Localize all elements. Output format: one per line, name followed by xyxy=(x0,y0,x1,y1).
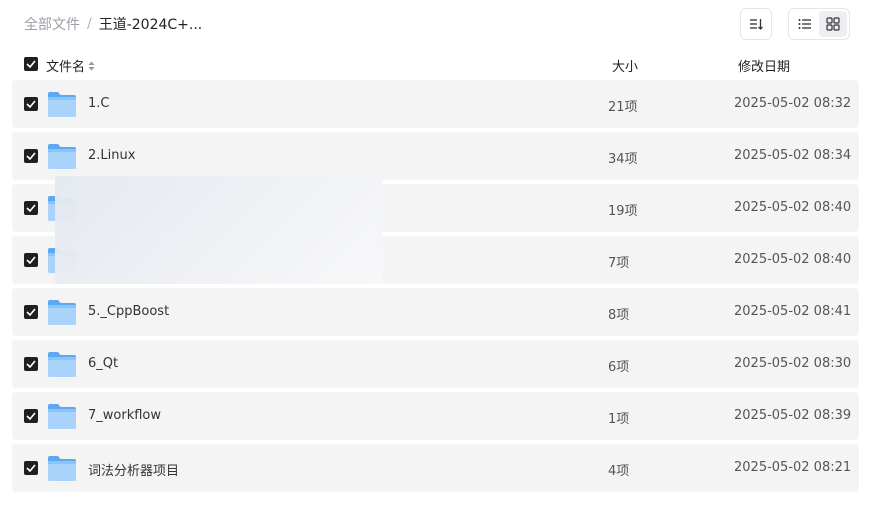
file-date: 2025-05-02 08:41 xyxy=(734,304,852,319)
top-bar: 全部文件 / 王道-2024C+... xyxy=(0,0,874,48)
file-size: 4项 xyxy=(608,464,630,479)
file-list: 1.C 21项 2025-05-02 08:32 2.Linux 34项 2025-05-… xyxy=(12,80,859,496)
row-checkbox[interactable] xyxy=(24,149,38,163)
row-checkbox[interactable] xyxy=(24,97,38,111)
sort-lines-icon xyxy=(750,19,763,30)
row-checkbox[interactable] xyxy=(24,201,38,215)
file-size: 1项 xyxy=(608,412,630,427)
table-row[interactable]: 6_Qt 6项 2025-05-02 08:30 xyxy=(12,340,859,388)
file-date: 2025-05-02 08:32 xyxy=(734,96,852,111)
column-header-name[interactable]: 文件名 xyxy=(46,56,95,75)
grid-view-icon xyxy=(826,17,840,31)
file-name[interactable]: 7_workflow xyxy=(88,408,161,423)
sort-caret-icon xyxy=(88,60,95,75)
file-size: 21项 xyxy=(608,100,638,115)
file-date: 2025-05-02 08:34 xyxy=(734,148,852,163)
list-view-icon xyxy=(798,19,811,29)
file-name[interactable]: 2.Linux xyxy=(88,148,135,163)
table-row[interactable]: 1.C 21项 2025-05-02 08:32 xyxy=(12,80,859,128)
file-size: 6项 xyxy=(608,360,630,375)
file-date: 2025-05-02 08:39 xyxy=(734,408,852,423)
table-row[interactable]: 2.Linux 34项 2025-05-02 08:34 xyxy=(12,132,859,180)
breadcrumb-root-link[interactable]: 全部文件 xyxy=(24,14,80,34)
file-name[interactable]: 6_Qt xyxy=(88,356,118,371)
row-checkbox[interactable] xyxy=(24,461,38,475)
view-toggle xyxy=(788,8,850,40)
column-name-label: 文件名 xyxy=(46,60,86,75)
column-header-date[interactable]: 修改日期 xyxy=(738,56,790,75)
column-header-size[interactable]: 大小 xyxy=(612,56,638,75)
row-checkbox[interactable] xyxy=(24,253,38,267)
table-row[interactable]: 7_workflow 1项 2025-05-02 08:39 xyxy=(12,392,859,440)
folder-icon xyxy=(47,90,77,118)
grid-view-button[interactable] xyxy=(819,11,847,37)
file-size: 7项 xyxy=(608,256,630,271)
row-checkbox[interactable] xyxy=(24,409,38,423)
folder-icon xyxy=(47,350,77,378)
table-row[interactable]: 词法分析器项目 4项 2025-05-02 08:21 xyxy=(12,444,859,492)
folder-icon xyxy=(47,298,77,326)
row-checkbox[interactable] xyxy=(24,357,38,371)
file-name[interactable]: 1.C xyxy=(88,96,109,111)
file-size: 34项 xyxy=(608,152,638,167)
folder-icon xyxy=(47,454,77,482)
file-date: 2025-05-02 08:40 xyxy=(734,252,852,267)
file-size: 19项 xyxy=(608,204,638,219)
select-all-checkbox[interactable] xyxy=(24,57,38,71)
file-size: 8项 xyxy=(608,308,630,323)
row-checkbox[interactable] xyxy=(24,305,38,319)
check-icon xyxy=(26,60,36,68)
file-name[interactable]: 词法分析器项目 xyxy=(88,460,179,479)
file-name[interactable]: 5._CppBoost xyxy=(88,304,169,319)
table-row[interactable]: 5._CppBoost 8项 2025-05-02 08:41 xyxy=(12,288,859,336)
list-view-button[interactable] xyxy=(791,11,819,37)
redaction-blur xyxy=(55,176,383,284)
file-date: 2025-05-02 08:40 xyxy=(734,200,852,215)
table-header: 文件名 大小 修改日期 xyxy=(0,50,874,78)
breadcrumb-current: 王道-2024C+... xyxy=(98,17,203,33)
breadcrumb: 全部文件 / 王道-2024C+... xyxy=(24,14,202,34)
file-date: 2025-05-02 08:21 xyxy=(734,460,852,475)
folder-icon xyxy=(47,142,77,170)
folder-icon xyxy=(47,402,77,430)
breadcrumb-separator: / xyxy=(87,16,92,32)
file-date: 2025-05-02 08:30 xyxy=(734,356,852,371)
sort-button[interactable] xyxy=(740,8,772,40)
